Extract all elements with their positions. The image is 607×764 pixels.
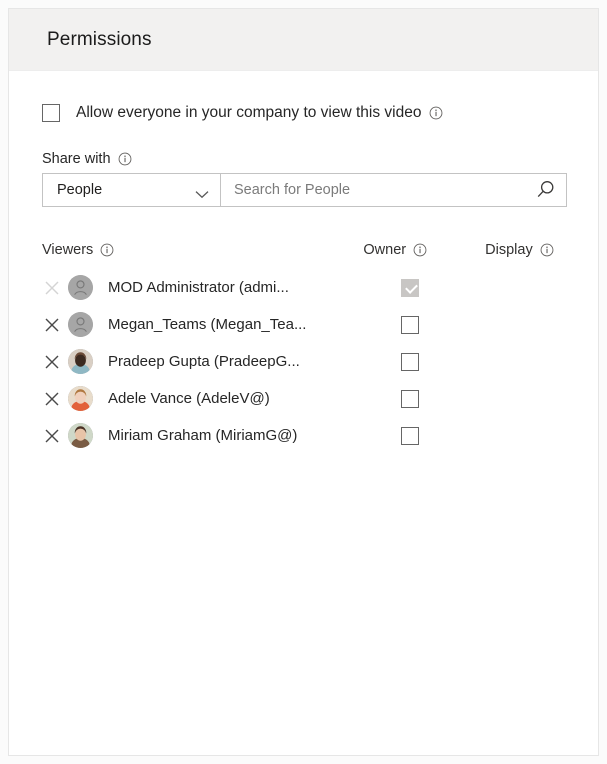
owner-checkbox[interactable] — [401, 315, 420, 334]
panel-header: Permissions — [9, 9, 598, 71]
row-viewer-cell: Megan_Teams (Megan_Tea... — [42, 312, 363, 337]
panel-body: Allow everyone in your company to view t… — [9, 101, 598, 454]
row-viewer-cell: Adele Vance (AdeleV@) — [42, 386, 363, 411]
avatar — [68, 423, 93, 448]
close-icon[interactable] — [42, 426, 62, 446]
share-scope-dropdown[interactable]: People — [43, 174, 221, 206]
row-viewer-cell: MOD Administrator (admi... — [42, 275, 363, 300]
share-with-label: Share with — [42, 151, 111, 167]
allow-everyone-checkbox[interactable] — [42, 104, 60, 122]
share-controls: People — [42, 173, 567, 207]
page-title: Permissions — [47, 28, 152, 50]
table-row: Megan_Teams (Megan_Tea... — [42, 306, 565, 343]
column-header-display-label: Display — [485, 242, 533, 258]
close-icon[interactable] — [42, 315, 62, 335]
owner-checkbox — [401, 278, 420, 297]
table-rows: MOD Administrator (admi... Megan_Teams (… — [42, 269, 565, 454]
info-icon[interactable] — [540, 243, 554, 257]
row-owner-cell — [363, 389, 485, 408]
viewer-name: MOD Administrator (admi... — [108, 279, 289, 296]
row-owner-cell — [363, 352, 485, 371]
share-scope-value: People — [57, 182, 103, 198]
column-header-viewers-label: Viewers — [42, 242, 94, 258]
viewer-name: Adele Vance (AdeleV@) — [108, 390, 270, 407]
owner-checkbox[interactable] — [401, 352, 420, 371]
column-header-display: Display — [485, 242, 565, 258]
owner-checkbox[interactable] — [401, 389, 420, 408]
info-icon[interactable] — [118, 152, 132, 166]
allow-everyone-row: Allow everyone in your company to view t… — [42, 101, 565, 125]
table-row: MOD Administrator (admi... — [42, 269, 565, 306]
table-row: Miriam Graham (MiriamG@) — [42, 417, 565, 454]
column-header-owner-label: Owner — [363, 242, 407, 258]
row-viewer-cell: Pradeep Gupta (PradeepG... — [42, 349, 363, 374]
row-owner-cell — [363, 426, 485, 445]
permissions-panel: Permissions Allow everyone in your compa… — [8, 8, 599, 756]
row-viewer-cell: Miriam Graham (MiriamG@) — [42, 423, 363, 448]
allow-everyone-label: Allow everyone in your company to view t… — [76, 104, 422, 121]
table-header-row: Viewers Owner Display — [42, 235, 565, 265]
info-icon[interactable] — [429, 106, 443, 120]
chevron-down-icon — [195, 186, 209, 198]
share-with-label-row: Share with — [42, 151, 565, 167]
column-header-viewers: Viewers — [42, 242, 363, 258]
viewer-name: Pradeep Gupta (PradeepG... — [108, 353, 300, 370]
info-icon[interactable] — [413, 243, 427, 257]
owner-checkbox[interactable] — [401, 426, 420, 445]
close-icon — [42, 278, 62, 298]
row-owner-cell — [363, 278, 485, 297]
close-icon[interactable] — [42, 352, 62, 372]
viewer-name: Miriam Graham (MiriamG@) — [108, 427, 298, 444]
search-input[interactable] — [234, 182, 533, 198]
avatar — [68, 275, 93, 300]
avatar — [68, 349, 93, 374]
viewers-table: Viewers Owner Display MOD Administrator … — [42, 235, 565, 454]
table-row: Adele Vance (AdeleV@) — [42, 380, 565, 417]
table-row: Pradeep Gupta (PradeepG... — [42, 343, 565, 380]
info-icon[interactable] — [100, 243, 114, 257]
avatar — [68, 386, 93, 411]
viewer-name: Megan_Teams (Megan_Tea... — [108, 316, 307, 333]
avatar — [68, 312, 93, 337]
close-icon[interactable] — [42, 389, 62, 409]
column-header-owner: Owner — [363, 242, 485, 258]
row-owner-cell — [363, 315, 485, 334]
search-field-wrap — [221, 174, 566, 206]
search-icon[interactable] — [533, 178, 557, 202]
